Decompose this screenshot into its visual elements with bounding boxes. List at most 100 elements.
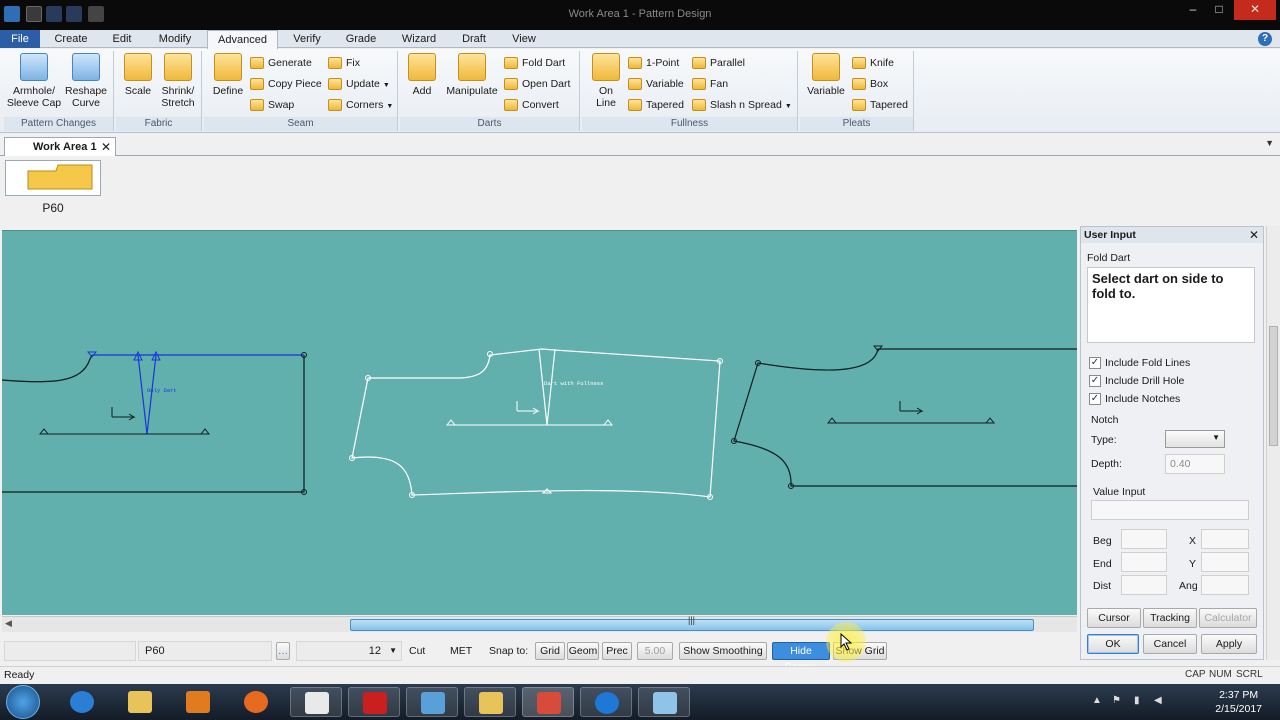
tapered-pleat-button[interactable]: Tapered bbox=[852, 96, 908, 114]
panel-close-icon[interactable]: ✕ bbox=[1249, 227, 1259, 243]
tab-list-dropdown-icon[interactable]: ▼ bbox=[1265, 138, 1274, 148]
tray-network-icon[interactable]: ▮ bbox=[1134, 695, 1140, 706]
pattern-piece-left[interactable]: Only Dart bbox=[2, 350, 307, 495]
end-field[interactable] bbox=[1121, 552, 1167, 572]
ang-field[interactable] bbox=[1201, 575, 1249, 595]
tracking-button[interactable]: Tracking bbox=[1143, 608, 1197, 628]
maximize-button[interactable]: □ bbox=[1206, 0, 1232, 20]
copy-piece-button[interactable]: Copy Piece bbox=[250, 75, 322, 93]
notch-type-select[interactable]: ▼ bbox=[1165, 430, 1225, 448]
taskbar-app-2[interactable] bbox=[406, 687, 458, 717]
taskbar-teamviewer[interactable] bbox=[580, 687, 632, 717]
convert-button[interactable]: Convert bbox=[504, 96, 559, 114]
tab-advanced[interactable]: Advanced bbox=[207, 30, 278, 49]
pattern-canvas[interactable]: Only Dart Dart with Fullness bbox=[2, 230, 1077, 615]
taskbar-explorer[interactable] bbox=[114, 687, 166, 717]
snap-geom-button[interactable]: Geom bbox=[567, 642, 599, 660]
pattern-piece-center[interactable]: Dart with Fullness bbox=[349, 348, 723, 500]
units-label[interactable]: MET bbox=[450, 645, 472, 657]
tab-view[interactable]: View bbox=[504, 30, 544, 48]
value-input-field[interactable] bbox=[1091, 500, 1249, 520]
parallel-button[interactable]: Parallel bbox=[692, 54, 745, 72]
size-field[interactable]: 12 ▼ bbox=[296, 641, 402, 661]
taskbar-firefox[interactable] bbox=[230, 687, 282, 717]
variable-pleat-button[interactable]: Variable bbox=[804, 53, 848, 97]
piece-thumbnail[interactable] bbox=[5, 160, 101, 196]
close-tab-icon[interactable]: ✕ bbox=[101, 138, 111, 156]
taskbar-clock[interactable]: 2:37 PM 2/15/2017 bbox=[1215, 688, 1262, 716]
tab-grade[interactable]: Grade bbox=[338, 30, 384, 48]
on-line-button[interactable]: On Line bbox=[588, 53, 624, 109]
knife-pleat-button[interactable]: Knife bbox=[852, 54, 894, 72]
tab-work-area-1[interactable]: Work Area 1 ✕ bbox=[4, 137, 116, 157]
taskbar-app-3[interactable] bbox=[638, 687, 690, 717]
minimize-button[interactable]: – bbox=[1180, 0, 1206, 20]
dist-field[interactable] bbox=[1121, 575, 1167, 595]
taskbar-ie[interactable] bbox=[56, 687, 108, 717]
canvas-horizontal-scrollbar[interactable]: ◀ ||| bbox=[2, 615, 1077, 632]
open-dart-button[interactable]: Open Dart bbox=[504, 75, 570, 93]
scale-button[interactable]: Scale bbox=[120, 53, 156, 97]
start-button[interactable] bbox=[6, 685, 40, 719]
tab-draft[interactable]: Draft bbox=[452, 30, 496, 48]
manipulate-button[interactable]: Manipulate bbox=[442, 53, 502, 97]
piece-name-field[interactable]: P60 bbox=[138, 641, 272, 661]
fan-button[interactable]: Fan bbox=[692, 75, 728, 93]
depth-field[interactable]: 0.40 bbox=[1165, 454, 1225, 474]
tab-file[interactable]: File bbox=[0, 30, 40, 48]
add-dart-button[interactable]: Add bbox=[404, 53, 440, 97]
close-button[interactable]: ✕ bbox=[1234, 0, 1276, 20]
scroll-left-arrow-icon[interactable]: ◀ bbox=[5, 618, 12, 629]
snap-grid-button[interactable]: Grid bbox=[535, 642, 565, 660]
slash-n-spread-button[interactable]: Slash n Spread ▼ bbox=[692, 96, 792, 114]
tab-verify[interactable]: Verify bbox=[284, 30, 330, 48]
fix-button[interactable]: Fix bbox=[328, 54, 360, 72]
include-fold-lines-checkbox[interactable]: ✓ Include Fold Lines bbox=[1089, 357, 1190, 369]
include-drill-hole-checkbox[interactable]: ✓ Include Drill Hole bbox=[1089, 375, 1184, 387]
cursor-button[interactable]: Cursor bbox=[1087, 608, 1141, 628]
one-point-button[interactable]: 1-Point bbox=[628, 54, 679, 72]
swap-button[interactable]: Swap bbox=[250, 96, 294, 114]
taskbar-pattern-design[interactable] bbox=[522, 687, 574, 717]
panel-scroll-thumb[interactable] bbox=[1269, 326, 1278, 446]
tab-create[interactable]: Create bbox=[46, 30, 96, 48]
tray-up-arrow-icon[interactable]: ▲ bbox=[1092, 695, 1102, 706]
fold-dart-button[interactable]: Fold Dart bbox=[504, 54, 565, 72]
tab-wizard[interactable]: Wizard bbox=[394, 30, 444, 48]
taskbar-app-1[interactable] bbox=[290, 687, 342, 717]
taskbar-folder[interactable] bbox=[464, 687, 516, 717]
show-smoothing-button[interactable]: Show Smoothing bbox=[679, 642, 767, 660]
size-dropdown-icon[interactable]: ▼ bbox=[389, 642, 397, 660]
tray-flag-icon[interactable]: ⚑ bbox=[1112, 695, 1121, 706]
shrink-stretch-button[interactable]: Shrink/ Stretch bbox=[156, 53, 200, 109]
y-field[interactable] bbox=[1201, 552, 1249, 572]
taskbar-media[interactable] bbox=[172, 687, 224, 717]
piece-browse-button[interactable]: … bbox=[276, 642, 290, 660]
generate-button[interactable]: Generate bbox=[250, 54, 312, 72]
cancel-button[interactable]: Cancel bbox=[1143, 634, 1197, 654]
snap-prec-button[interactable]: Prec bbox=[602, 642, 632, 660]
beg-field[interactable] bbox=[1121, 529, 1167, 549]
variable-fullness-button[interactable]: Variable bbox=[628, 75, 684, 93]
tray-volume-icon[interactable]: ◀ bbox=[1154, 695, 1162, 706]
help-icon[interactable]: ? bbox=[1258, 32, 1272, 46]
x-field[interactable] bbox=[1201, 529, 1249, 549]
hide-seams-button[interactable]: Hide Seams bbox=[772, 642, 830, 673]
reshape-curve-button[interactable]: Reshape Curve bbox=[62, 53, 110, 109]
box-pleat-button[interactable]: Box bbox=[852, 75, 888, 93]
cut-label[interactable]: Cut bbox=[409, 645, 425, 657]
pattern-drawing[interactable]: Only Dart Dart with Fullness bbox=[2, 231, 1077, 615]
tab-edit[interactable]: Edit bbox=[102, 30, 142, 48]
pattern-piece-right[interactable] bbox=[731, 345, 1078, 489]
ok-button[interactable]: OK bbox=[1087, 634, 1139, 654]
include-notches-checkbox[interactable]: ✓ Include Notches bbox=[1089, 393, 1180, 405]
panel-vertical-scrollbar[interactable] bbox=[1266, 226, 1280, 660]
corners-button[interactable]: Corners ▼ bbox=[328, 96, 393, 114]
tapered-fullness-button[interactable]: Tapered bbox=[628, 96, 684, 114]
tab-modify[interactable]: Modify bbox=[148, 30, 202, 48]
armhole-sleeve-cap-button[interactable]: Armhole/ Sleeve Cap bbox=[6, 53, 62, 109]
update-button[interactable]: Update ▼ bbox=[328, 75, 390, 93]
define-button[interactable]: Define bbox=[208, 53, 248, 97]
apply-button[interactable]: Apply bbox=[1201, 634, 1257, 654]
taskbar-acrobat[interactable] bbox=[348, 687, 400, 717]
